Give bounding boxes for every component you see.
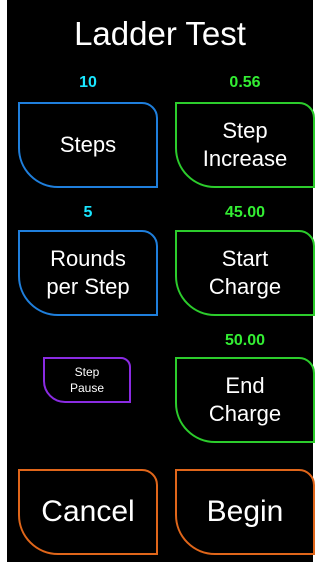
end-charge-value: 50.00 (224, 332, 266, 349)
rounds-per-step-label: Rounds per Step (46, 246, 130, 299)
step-pause-label: Step Pause (69, 365, 105, 395)
step-increase-button[interactable]: Step Increase (175, 102, 315, 188)
steps-button[interactable]: Steps (18, 102, 158, 188)
step-increase-label: Step Increase (202, 118, 288, 171)
steps-label: Steps (59, 132, 117, 157)
step-pause-button[interactable]: Step Pause (43, 357, 131, 403)
start-charge-value: 45.00 (224, 204, 266, 221)
end-charge-label: End Charge (208, 373, 282, 426)
cancel-label: Cancel (41, 495, 135, 528)
end-charge-button[interactable]: End Charge (175, 357, 315, 443)
begin-label: Begin (206, 495, 284, 528)
begin-button[interactable]: Begin (175, 469, 315, 555)
page-title: Ladder Test (74, 15, 246, 52)
screen: Ladder Test 10 Steps 0.56 Step Increase … (7, 0, 315, 562)
start-charge-label: Start Charge (208, 246, 282, 299)
rounds-per-step-value: 5 (83, 204, 93, 221)
start-charge-button[interactable]: Start Charge (175, 230, 315, 316)
step-increase-value: 0.56 (229, 74, 261, 91)
rounds-per-step-button[interactable]: Rounds per Step (18, 230, 158, 316)
cancel-button[interactable]: Cancel (18, 469, 158, 555)
steps-value: 10 (79, 74, 97, 91)
